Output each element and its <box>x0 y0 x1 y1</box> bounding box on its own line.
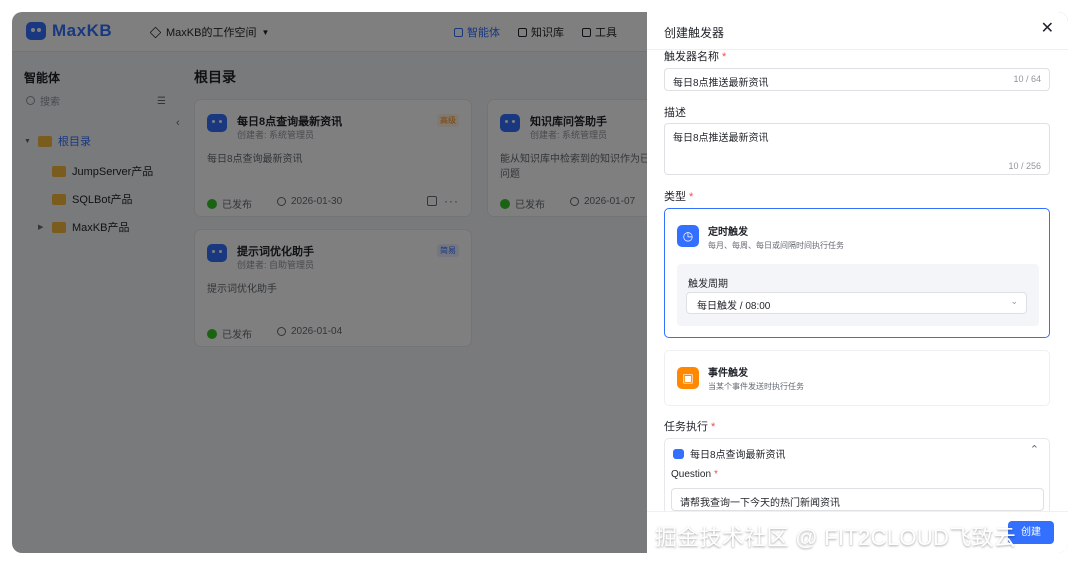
question-input[interactable]: 请帮我查询一下今天的热门新闻资讯 <box>671 488 1044 511</box>
description-value: 每日8点推送最新资讯 <box>673 133 769 144</box>
task-label-text: 任务执行 <box>664 421 708 433</box>
trigger-period-value: 每日触发 / 08:00 <box>697 301 771 312</box>
app-window: MaxKB MaxKB的工作空间 ▼ 智能体 知识库 工具 智能体 搜索 ☰ ▼… <box>12 12 1068 553</box>
task-header[interactable]: 每日8点查询最新资讯 <box>673 446 786 461</box>
question-value: 请帮我查询一下今天的热门新闻资讯 <box>680 498 840 509</box>
robot-icon <box>673 448 684 459</box>
required-mark: * <box>722 51 727 63</box>
chevron-down-icon: ⌄ <box>1010 296 1018 306</box>
type-label: 类型 * <box>664 188 693 204</box>
required-mark: * <box>714 469 718 480</box>
chevron-up-icon[interactable]: ⌃ <box>1030 443 1039 456</box>
event-trigger-desc: 当某个事件发送时执行任务 <box>708 382 804 391</box>
task-label: 任务执行 * <box>664 418 715 434</box>
trigger-name-label-text: 触发器名称 <box>664 51 719 63</box>
char-count: 10 / 256 <box>1008 161 1041 171</box>
alarm-clock-icon: ◷ <box>677 225 699 247</box>
drawer-header: 创建触发器 ✕ <box>647 12 1068 50</box>
question-label: Question * <box>671 469 718 480</box>
trigger-period-label: 触发周期 <box>688 279 728 290</box>
char-count: 10 / 64 <box>1013 74 1041 84</box>
event-trigger-option[interactable]: ▣ 事件触发 当某个事件发送时执行任务 <box>664 350 1050 406</box>
create-trigger-drawer: 创建触发器 ✕ 触发器名称 * 每日8点推送最新资讯 10 / 64 描述 每日8… <box>647 12 1068 553</box>
required-mark: * <box>689 191 694 203</box>
trigger-period-select[interactable]: 每日触发 / 08:00 ⌄ <box>686 292 1027 314</box>
timed-trigger-desc: 每月、每周、每日或间隔时间执行任务 <box>708 241 844 250</box>
watermark: 掘金技术社区 @ FIT2CLOUD飞致云 <box>655 525 1017 550</box>
trigger-period-box: 触发周期 每日触发 / 08:00 ⌄ <box>677 264 1039 326</box>
description-label: 描述 <box>664 107 686 119</box>
type-label-text: 类型 <box>664 191 686 203</box>
close-icon[interactable]: ✕ <box>1041 20 1054 38</box>
trigger-name-input[interactable]: 每日8点推送最新资讯 10 / 64 <box>664 68 1050 91</box>
required-mark: * <box>711 421 716 433</box>
task-name: 每日8点查询最新资讯 <box>690 450 786 461</box>
timed-trigger-option[interactable]: ◷ 定时触发 每月、每周、每日或间隔时间执行任务 触发周期 每日触发 / 08:… <box>664 208 1050 338</box>
drawer-title: 创建触发器 <box>664 26 725 40</box>
timed-trigger-name: 定时触发 <box>708 227 748 238</box>
trigger-name-value: 每日8点推送最新资讯 <box>673 78 769 89</box>
trigger-name-label: 触发器名称 * <box>664 48 726 64</box>
event-icon: ▣ <box>677 367 699 389</box>
description-textarea[interactable]: 每日8点推送最新资讯 10 / 256 <box>664 123 1050 175</box>
event-trigger-name: 事件触发 <box>708 368 748 379</box>
question-label-text: Question <box>671 469 712 480</box>
